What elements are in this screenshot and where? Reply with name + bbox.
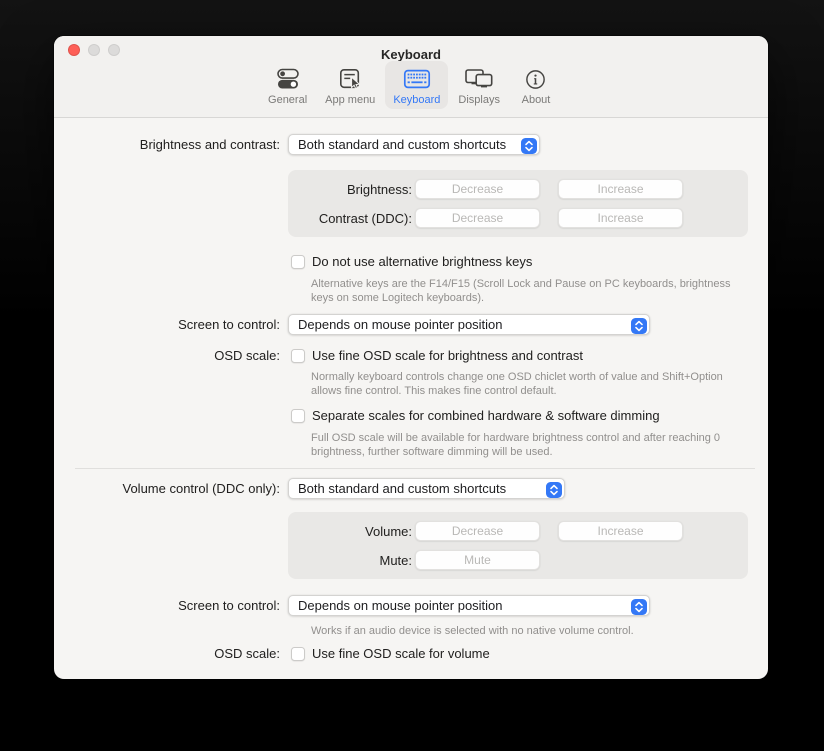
tab-label: App menu [325, 94, 375, 106]
tab-about[interactable]: About [510, 61, 562, 109]
fine-osd-checkbox[interactable] [291, 349, 305, 363]
alt-keys-checkbox-label: Do not use alternative brightness keys [312, 254, 532, 269]
tab-label: About [522, 94, 551, 106]
volume-screen-help-text: Works if an audio device is selected wit… [311, 624, 768, 638]
app-menu-icon [337, 65, 363, 93]
fine-osd-volume-checkbox[interactable] [291, 647, 305, 661]
chevron-up-down-icon [631, 318, 647, 334]
separate-scales-checkbox-label: Separate scales for combined hardware & … [312, 408, 660, 423]
mute-button[interactable]: Mute [415, 550, 540, 570]
tab-label: Keyboard [393, 94, 440, 106]
alt-keys-checkbox[interactable] [291, 255, 305, 269]
brightness-row-label: Brightness: [288, 182, 412, 197]
toggles-icon [275, 65, 301, 93]
tab-displays[interactable]: Displays [450, 61, 508, 109]
section-divider [75, 468, 755, 469]
contrast-row: Contrast (DDC): Decrease Increase [288, 208, 748, 228]
volume-screen-label: Screen to control: [54, 598, 284, 613]
chevron-up-down-icon [521, 138, 537, 154]
brightness-section-label: Brightness and contrast: [54, 137, 284, 152]
volume-increase-button[interactable]: Increase [558, 521, 683, 541]
keyboard-icon [403, 65, 431, 93]
volume-section-label: Volume control (DDC only): [54, 481, 284, 496]
window-title: Keyboard [381, 47, 441, 62]
separate-scales-checkbox[interactable] [291, 409, 305, 423]
preferences-window: Keyboard General [54, 36, 768, 679]
info-icon [524, 65, 547, 93]
brightness-row: Brightness: Decrease Increase [288, 179, 748, 199]
volume-osd-scale-label: OSD scale: [54, 646, 284, 661]
brightness-increase-button[interactable]: Increase [558, 179, 683, 199]
popup-value: Depends on mouse pointer position [289, 317, 649, 332]
tab-keyboard[interactable]: Keyboard [385, 61, 448, 109]
traffic-lights [68, 36, 120, 64]
brightness-shortcuts-select[interactable]: Both standard and custom shortcuts [288, 134, 540, 155]
keyboard-settings-pane: Brightness and contrast: Both standard a… [54, 118, 768, 661]
osd-scale-label: OSD scale: [54, 348, 284, 363]
popup-value: Both standard and custom shortcuts [289, 481, 564, 496]
alt-keys-row: Do not use alternative brightness keys [54, 254, 768, 269]
alt-keys-help-text: Alternative keys are the F14/F15 (Scroll… [311, 277, 768, 305]
popup-value: Both standard and custom shortcuts [289, 137, 530, 152]
brightness-shortcuts-row: Brightness and contrast: Both standard a… [54, 134, 768, 155]
window-chrome: Keyboard General [54, 36, 768, 118]
tab-general[interactable]: General [260, 61, 315, 109]
tab-label: Displays [458, 94, 500, 106]
volume-osd-row: OSD scale: Use fine OSD scale for volume [54, 646, 768, 661]
volume-screen-row: Screen to control: Depends on mouse poin… [54, 595, 768, 616]
contrast-row-label: Contrast (DDC): [288, 211, 412, 226]
screen-to-control-label: Screen to control: [54, 317, 284, 332]
mute-row-label: Mute: [288, 553, 412, 568]
volume-row: Volume: Decrease Increase [288, 521, 748, 541]
contrast-decrease-button[interactable]: Decrease [415, 208, 540, 228]
popup-value: Depends on mouse pointer position [289, 598, 649, 613]
separate-scales-row: Separate scales for combined hardware & … [54, 408, 768, 423]
titlebar[interactable]: Keyboard [54, 36, 768, 64]
volume-screen-select[interactable]: Depends on mouse pointer position [288, 595, 650, 616]
toolbar: General App menu [54, 61, 768, 109]
osd-fine-row: OSD scale: Use fine OSD scale for bright… [54, 348, 768, 363]
volume-shortcuts-row: Volume control (DDC only): Both standard… [54, 478, 768, 499]
brightness-buttons-group: Brightness: Decrease Increase Contrast (… [288, 170, 748, 237]
chevron-up-down-icon [546, 482, 562, 498]
separate-scales-help-text: Full OSD scale will be available for har… [311, 431, 768, 459]
fine-osd-checkbox-label: Use fine OSD scale for brightness and co… [312, 348, 583, 363]
brightness-decrease-button[interactable]: Decrease [415, 179, 540, 199]
volume-decrease-button[interactable]: Decrease [415, 521, 540, 541]
fine-osd-help-text: Normally keyboard controls change one OS… [311, 370, 768, 398]
minimize-button [88, 44, 100, 56]
displays-icon [464, 65, 494, 93]
close-button[interactable] [68, 44, 80, 56]
volume-buttons-group: Volume: Decrease Increase Mute: Mute [288, 512, 748, 579]
chevron-up-down-icon [631, 599, 647, 615]
zoom-button [108, 44, 120, 56]
volume-row-label: Volume: [288, 524, 412, 539]
volume-shortcuts-select[interactable]: Both standard and custom shortcuts [288, 478, 565, 499]
screen-to-control-select[interactable]: Depends on mouse pointer position [288, 314, 650, 335]
mute-row: Mute: Mute [288, 550, 748, 570]
fine-osd-volume-checkbox-label: Use fine OSD scale for volume [312, 646, 490, 661]
tab-label: General [268, 94, 307, 106]
tab-app-menu[interactable]: App menu [317, 61, 383, 109]
screen-to-control-row: Screen to control: Depends on mouse poin… [54, 314, 768, 335]
contrast-increase-button[interactable]: Increase [558, 208, 683, 228]
